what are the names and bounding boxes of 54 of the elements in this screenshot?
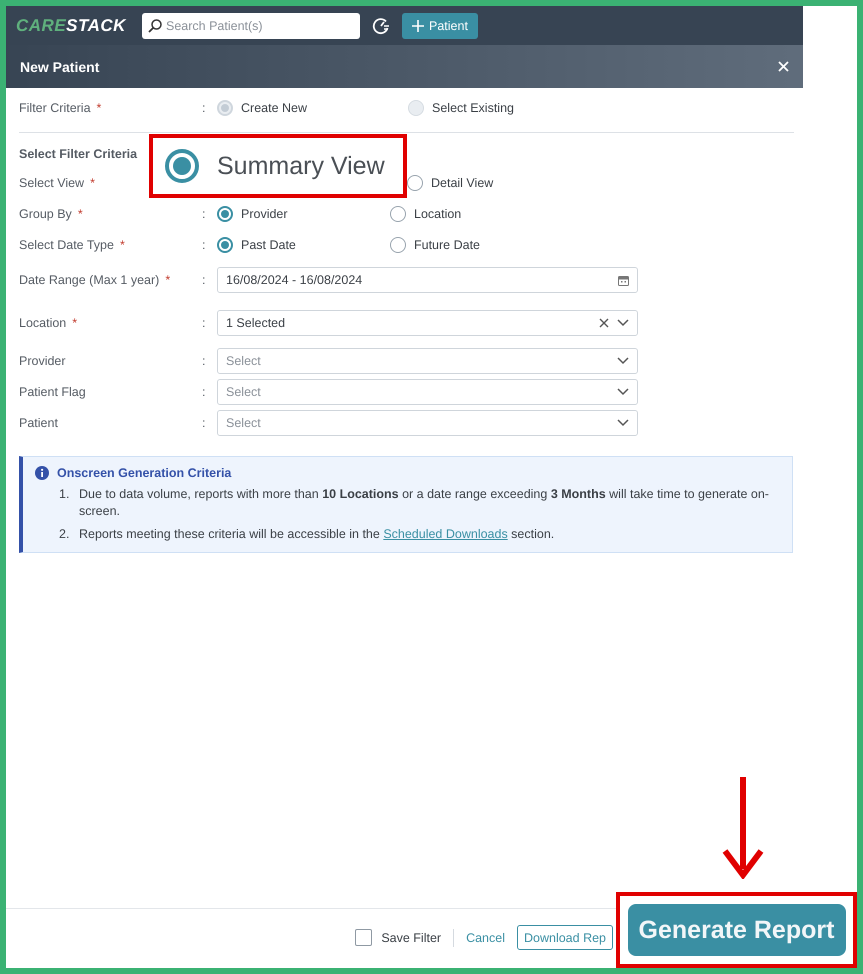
field-label: Date Range (Max 1 year) <box>19 273 160 287</box>
field-label: Select View <box>19 176 84 190</box>
radio-option[interactable]: Summary View <box>165 149 385 183</box>
field-label: Patient Flag <box>19 384 86 398</box>
radio-option[interactable]: Provider <box>217 206 390 222</box>
required-mark: * <box>72 316 78 330</box>
info-icon <box>35 466 49 480</box>
colon-separator: : <box>202 416 206 430</box>
search-icon <box>148 18 162 32</box>
required-mark: * <box>90 176 95 190</box>
info-text: Due to data volume, reports with more than 10 Locations or a date range exceeding 3 Months will take time to generate on-screen. <box>79 486 770 520</box>
clear-icon[interactable] <box>599 318 609 328</box>
close-icon[interactable] <box>778 61 789 72</box>
select-field[interactable]: 1 Selected <box>217 310 638 336</box>
field-label: Location <box>19 316 66 330</box>
chevron-down-icon <box>617 388 629 396</box>
plus-icon <box>412 20 424 32</box>
info-title: Onscreen Generation Criteria <box>57 466 232 480</box>
required-mark: * <box>96 101 102 115</box>
save-filter-checkbox[interactable]: Save Filter <box>355 929 442 946</box>
field-label: Select Date Type <box>19 238 114 252</box>
radio-option[interactable]: Future Date <box>390 236 563 252</box>
modal-title: New Patient <box>20 58 100 74</box>
colon-separator: : <box>202 238 206 252</box>
download-report-button[interactable]: Download Rep <box>517 925 613 950</box>
radio-option[interactable]: Past Date <box>217 236 390 252</box>
section-title: Select Filter Criteria <box>19 147 138 161</box>
chevron-down-icon <box>617 318 629 326</box>
colon-separator: : <box>202 273 206 287</box>
colon-separator: : <box>202 384 206 398</box>
add-patient-button[interactable]: Patient <box>402 12 478 38</box>
field-label: Patient <box>19 416 58 430</box>
list-number: 2. <box>59 526 70 543</box>
cancel-link[interactable]: Cancel <box>466 930 505 944</box>
info-text: Reports meeting these criteria will be accessible in the Scheduled Downloads section. <box>79 526 554 543</box>
date-range-field[interactable]: 16/08/2024 - 16/08/2024 <box>217 267 638 293</box>
colon-separator: : <box>202 101 206 115</box>
colon-separator: : <box>202 316 206 330</box>
field-label: Provider <box>19 354 66 368</box>
field-label: Filter Criteria <box>19 101 91 115</box>
required-mark: * <box>78 206 83 220</box>
radio-option[interactable]: Location <box>390 206 563 222</box>
logo: CARESTACK <box>16 16 128 36</box>
radio-option[interactable]: Detail View <box>407 174 580 190</box>
required-mark: * <box>120 238 125 252</box>
colon-separator: : <box>202 206 206 220</box>
chevron-down-icon <box>617 356 629 364</box>
field-label: Group By <box>19 206 72 220</box>
gauge-icon[interactable] <box>372 16 390 34</box>
colon-separator: : <box>202 354 206 368</box>
list-number: 1. <box>59 486 70 503</box>
chevron-down-icon <box>617 418 629 426</box>
calendar-icon <box>618 274 629 286</box>
required-mark: * <box>165 273 170 287</box>
